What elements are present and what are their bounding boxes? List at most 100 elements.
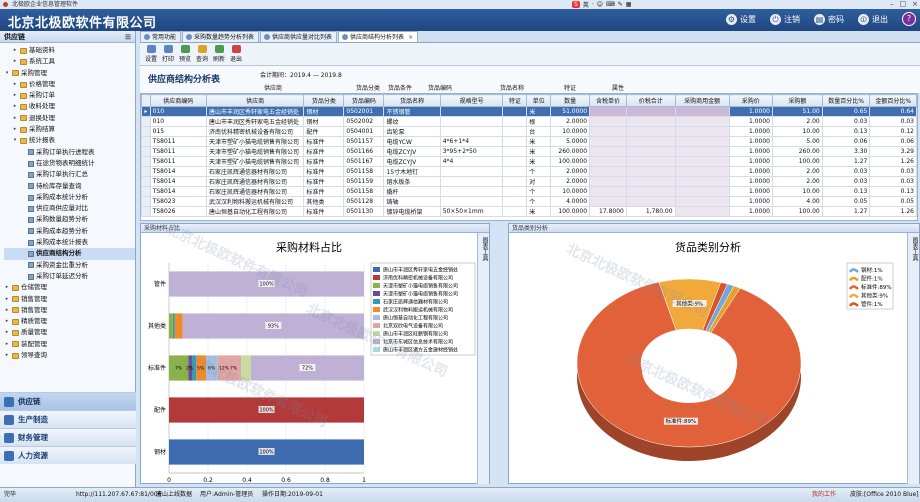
column-header[interactable]: 特证: [502, 94, 528, 107]
ime-emoji-icon[interactable]: ☺: [597, 1, 603, 8]
table-row[interactable]: ▸ 010 唐山市丰润区秀轩家电五金经销处 钢材 0502001 不锈钢管 米 51.0000…: [141, 106, 917, 117]
ime-punct[interactable]: ·: [592, 1, 594, 8]
tree-item[interactable]: 采购成本趋势分析: [4, 226, 135, 237]
logout-button[interactable]: ⏻ 注销: [770, 13, 800, 25]
tree-item[interactable]: ▸ 精质管理: [4, 316, 135, 327]
tab-common-functions[interactable]: 常用功能: [140, 31, 182, 42]
ime-lang[interactable]: 英: [583, 0, 589, 9]
tree-item[interactable]: 采购订单执行汇总: [4, 169, 135, 180]
expand-icon[interactable]: ▸: [12, 113, 18, 124]
expand-icon[interactable]: ▸: [4, 339, 10, 350]
tree-item[interactable]: 供应商结构分析: [4, 248, 135, 260]
tree-item[interactable]: ▸ 销售管理: [4, 305, 135, 316]
column-header[interactable]: 供应商: [205, 94, 305, 107]
expand-icon[interactable]: ▸: [4, 305, 10, 316]
expand-icon[interactable]: ▸: [12, 90, 18, 101]
column-header[interactable]: 采购额: [771, 94, 823, 107]
column-header[interactable]: 数量百分比%: [821, 94, 871, 107]
module-finance[interactable]: 财务管理: [0, 428, 136, 446]
tree-item[interactable]: 在途货物表明细统计: [4, 158, 135, 169]
column-header[interactable]: 采购商用金额: [674, 94, 730, 107]
tab-purchase-trend[interactable]: 采购数量趋势分析列表: [182, 31, 260, 42]
column-header[interactable]: 货品分类: [303, 94, 345, 107]
expand-icon[interactable]: ▸: [12, 56, 18, 67]
tree-item[interactable]: ▸ 退换处理: [4, 113, 135, 124]
table-row[interactable]: 010 唐山市丰润区秀轩家电五金经销处 钢材 0502002 螺纹 根 2.0000 1.00…: [141, 116, 917, 127]
column-header[interactable]: 金额百分比%: [869, 94, 917, 107]
help-icon[interactable]: ?: [902, 12, 916, 26]
expand-icon[interactable]: ▸: [4, 350, 10, 361]
column-header[interactable]: 供应商编码: [149, 94, 207, 107]
refresh-button[interactable]: 刷新: [212, 45, 226, 63]
table-row[interactable]: TS8014 石家庄凯辉通信器材有限公司 标准件 0501158 15寸木地钉个 2.00…: [141, 166, 917, 177]
tree-item[interactable]: ▾ 采购管理: [4, 68, 135, 79]
tree-item[interactable]: 采购成本统计报表: [4, 237, 135, 248]
tab-supplier-structure[interactable]: 供应商结构分析列表 ×: [338, 31, 419, 43]
table-row[interactable]: TS8023 武汉汉利物料搬运机械有限公司 其他类 0501128 铸轴 个 4.0000 1…: [141, 196, 917, 207]
expand-icon[interactable]: ▸: [4, 294, 10, 305]
my-work-link[interactable]: 我的工作: [812, 488, 836, 502]
table-row[interactable]: TS8014 石家庄凯辉通信器材有限公司 标准件 0501159 熔水板条 对 2.0000…: [141, 176, 917, 187]
tree-item[interactable]: ▸ 价格管理: [4, 79, 135, 90]
exit-button[interactable]: ⏼ 退出: [858, 13, 888, 25]
column-header[interactable]: 价税合计: [625, 94, 676, 107]
maximize-icon[interactable]: □: [900, 0, 907, 9]
module-hr[interactable]: 人力资源: [0, 446, 136, 464]
tree-item[interactable]: 待检库存量查询: [4, 181, 135, 192]
tree-item[interactable]: ▾ 统计报表: [4, 135, 135, 146]
tree-item[interactable]: 采购订单执行进程表: [4, 147, 135, 158]
ime-grid-icon[interactable]: ▦: [626, 1, 632, 8]
ime-toolbar[interactable]: S 英 · ☺ ⌨ ✎ ▦: [572, 0, 631, 9]
tree-item[interactable]: 采购订单延迟分析: [4, 271, 135, 282]
query-button[interactable]: 查询: [195, 45, 209, 63]
expand-icon[interactable]: ▸: [12, 45, 18, 56]
tree-item[interactable]: ▸ 采购订单: [4, 90, 135, 101]
table-row[interactable]: TS8014 石家庄凯辉通信器材有限公司 标准件 0501158 撬杆 个 10.0000 1…: [141, 186, 917, 197]
expand-icon[interactable]: ▸: [12, 124, 18, 135]
module-supply-chain[interactable]: 供应链: [0, 392, 136, 410]
expand-icon[interactable]: ▾: [12, 135, 18, 146]
column-header[interactable]: 单位: [526, 94, 552, 107]
tree-item[interactable]: ▸ 领导查询: [4, 350, 135, 361]
module-manufacturing[interactable]: 生产制造: [0, 410, 136, 428]
close-icon[interactable]: ×: [912, 0, 918, 9]
tree-item[interactable]: ▸ 装配管理: [4, 339, 135, 350]
table-row[interactable]: TS8011 天津市塑矿小猫电缆销售有限公司 标准件 0501167 电缆ZCYJV 4*…: [141, 156, 917, 167]
table-row[interactable]: TS8011 天津市塑矿小猫电缆销售有限公司 标准件 0501166 电缆ZCYJV 3*…: [141, 146, 917, 157]
tree-item[interactable]: 采购数量趋势分析: [4, 214, 135, 225]
data-grid[interactable]: 供应商编码 供应商 货品分类 货品编码 货品名称 规格型号 特证 单位 数量 含税单价 价税合计 采购…: [140, 93, 918, 221]
expand-icon[interactable]: ▾: [4, 68, 10, 79]
column-header[interactable]: 含税单价: [589, 94, 627, 107]
close-tab-icon[interactable]: ×: [408, 32, 413, 43]
tree-item[interactable]: 采购资金比重分析: [4, 260, 135, 271]
table-row[interactable]: TS8011 天津市塑矿小猫电缆销售有限公司 标准件 0501157 电缆YCW 4*6+…: [141, 136, 917, 147]
settings-button[interactable]: ⚙ 设置: [726, 13, 756, 25]
column-header[interactable]: 采购价: [728, 94, 773, 107]
tree-item[interactable]: 供应商供应量对比: [4, 203, 135, 214]
expand-icon[interactable]: ▸: [4, 327, 10, 338]
column-header[interactable]: 货品名称: [383, 94, 441, 107]
table-row[interactable]: TS8026 唐山恒基自动化工程有限公司 标准件 0501130 镀锌电缆桥架 50×50…: [141, 206, 917, 217]
tree-item[interactable]: ▸ 质量管理: [4, 327, 135, 338]
password-button[interactable]: ▤ 密码: [814, 13, 844, 25]
expand-icon[interactable]: ▸: [4, 282, 10, 293]
ime-pen-icon[interactable]: ✎: [618, 1, 623, 8]
tree-item[interactable]: ▸ 基础资料: [4, 45, 135, 56]
column-header[interactable]: 规格型号: [439, 94, 504, 107]
column-header[interactable]: 货品编码: [343, 94, 385, 107]
expand-icon[interactable]: ▸: [4, 316, 10, 327]
chart-tools-tab[interactable]: 图表工具: [477, 233, 489, 484]
preview-button[interactable]: 预览: [178, 45, 192, 63]
ime-logo-icon[interactable]: S: [572, 1, 580, 8]
chart-tools-tab[interactable]: 图表工具: [907, 233, 919, 484]
setup-button[interactable]: 设置: [144, 45, 158, 63]
print-button[interactable]: 打印: [161, 45, 175, 63]
tree-item[interactable]: ▸ 销售管理: [4, 294, 135, 305]
pin-icon[interactable]: ⊞: [125, 31, 131, 43]
tree-item[interactable]: ▸ 仓储管理: [4, 282, 135, 293]
tab-supplier-compare[interactable]: 供应商供应量对比列表: [260, 31, 338, 42]
column-header[interactable]: 数量: [550, 94, 591, 107]
ime-keyboard-icon[interactable]: ⌨: [606, 1, 615, 8]
exit-report-button[interactable]: 退出: [229, 45, 243, 63]
tree-item[interactable]: 采购成本统计分析: [4, 192, 135, 203]
